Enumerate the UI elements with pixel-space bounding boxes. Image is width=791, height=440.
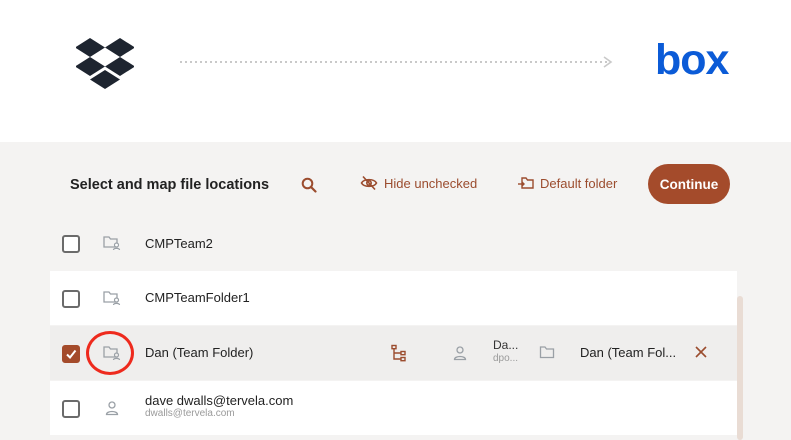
list-item[interactable]: CMPTeam2 — [50, 216, 737, 270]
page-title: Select and map file locations — [70, 177, 270, 193]
list-item-selected[interactable]: Dan (Team Folder) Da... dpo... Dan (Team… — [50, 326, 737, 380]
default-folder-button[interactable]: Default folder — [517, 175, 617, 191]
dropbox-icon — [76, 38, 134, 89]
box-logo: box — [655, 36, 729, 84]
default-folder-label: Default folder — [540, 175, 618, 191]
row-email: dwalls@tervela.com — [145, 408, 235, 419]
row-checkbox-checked[interactable] — [62, 345, 80, 363]
migration-arrow-icon — [180, 56, 613, 68]
row-checkbox[interactable] — [62, 290, 80, 308]
user-icon — [105, 401, 119, 416]
folder-icon — [539, 346, 555, 359]
list-item[interactable]: CMPTeamFolder1 — [50, 271, 737, 325]
row-name: CMPTeam2 — [145, 236, 213, 251]
checkmark-icon — [66, 349, 77, 360]
search-button[interactable] — [298, 174, 320, 196]
migration-header: box — [0, 0, 791, 142]
team-folder-icon — [103, 291, 121, 306]
scrollbar[interactable] — [737, 296, 743, 440]
destination-user-name: Da... — [493, 338, 519, 352]
row-name: dave dwalls@tervela.com — [145, 393, 294, 408]
continue-button[interactable]: Continue — [648, 164, 730, 204]
hide-unchecked-label: Hide unchecked — [384, 175, 478, 191]
row-checkbox[interactable] — [62, 235, 80, 253]
folder-arrow-icon — [518, 177, 534, 189]
list-item[interactable]: dave dwalls@tervela.com dwalls@tervela.c… — [50, 381, 737, 435]
search-icon — [301, 177, 317, 193]
hide-unchecked-button[interactable]: Hide unchecked — [360, 175, 477, 191]
folder-tree-icon[interactable] — [390, 344, 408, 362]
highlight-annotation — [86, 331, 134, 375]
destination-user-email: dpo... — [493, 353, 519, 364]
row-name: Dan (Team Folder) — [145, 345, 254, 360]
user-icon — [453, 346, 467, 361]
eye-off-icon — [360, 175, 378, 191]
row-checkbox[interactable] — [62, 400, 80, 418]
close-icon[interactable] — [694, 345, 708, 359]
team-folder-icon — [103, 236, 121, 251]
row-name: CMPTeamFolder1 — [145, 290, 250, 305]
destination-folder-name[interactable]: Dan (Team Fol... — [580, 345, 676, 360]
